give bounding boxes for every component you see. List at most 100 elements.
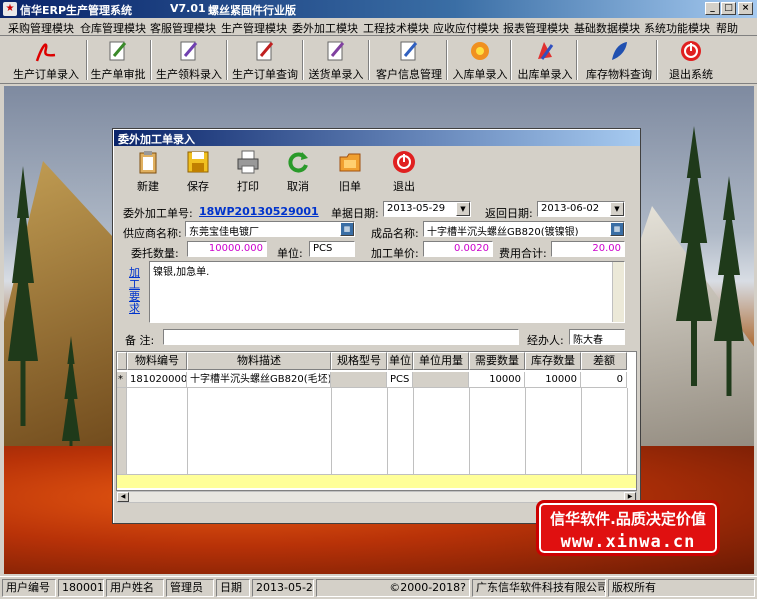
unit-label: 单位: <box>277 247 303 260</box>
scroll-left-icon[interactable]: ◀ <box>117 492 129 502</box>
status-user-name-label: 用户姓名 <box>106 579 164 597</box>
menu-reports[interactable]: 报表管理模块 <box>503 20 569 36</box>
requirement-value: 镍银,加急单. <box>153 267 210 278</box>
toolbar-customer-info[interactable]: 客户信息管理 <box>374 38 448 82</box>
app-icon: ★ <box>3 2 17 16</box>
grid-header-desc[interactable]: 物料描述 <box>187 352 331 370</box>
grid-header-spec[interactable]: 规格型号 <box>331 352 387 370</box>
order-no-link[interactable]: 18WP20130529001 <box>199 205 319 218</box>
qty-label: 委托数量: <box>131 247 179 260</box>
menu-system[interactable]: 系统功能模块 <box>644 20 710 36</box>
lookup-icon[interactable]: ▦ <box>610 222 624 236</box>
new-button[interactable]: 新建 <box>125 149 171 193</box>
print-button-label: 打印 <box>237 180 259 193</box>
menu-help[interactable]: 帮助 <box>716 20 738 36</box>
cell-usage[interactable] <box>413 372 469 388</box>
grid-header-diff[interactable]: 差额 <box>581 352 627 370</box>
cell-diff[interactable]: 0 <box>581 372 627 388</box>
menu-ar-ap[interactable]: 应收应付模块 <box>433 20 499 36</box>
grid-column-line <box>413 388 414 474</box>
toolbar-label: 入库单录入 <box>452 68 508 81</box>
unit-field[interactable]: PCS <box>309 241 355 257</box>
grid-header-unit[interactable]: 单位 <box>387 352 413 370</box>
toolbar-material-requisition[interactable]: 生产领料录入 <box>154 38 228 82</box>
menu-warehouse[interactable]: 仓库管理模块 <box>80 20 146 36</box>
status-date: 2013-05-29 <box>252 579 314 597</box>
cell-spec[interactable] <box>331 372 387 388</box>
grid-column-line <box>387 388 388 474</box>
refresh-icon <box>288 152 308 173</box>
close-icon[interactable]: × <box>738 2 753 15</box>
status-user-no-label: 用户编号 <box>2 579 56 597</box>
toolbar-exit-system[interactable]: 退出系统 <box>666 38 716 82</box>
grid-header-code[interactable]: 物料编号 <box>127 352 187 370</box>
promo-url[interactable]: www.xinwa.cn <box>539 532 717 552</box>
menu-service[interactable]: 客服管理模块 <box>150 20 216 36</box>
cell-code[interactable]: 1810200001 <box>127 372 187 388</box>
status-user-no: 180001 <box>58 579 104 597</box>
toolbar-production-query[interactable]: 生产订单查询 <box>230 38 304 82</box>
toolbar-inventory-query[interactable]: 库存物料查询 <box>584 38 658 82</box>
status-company: 广东信华软件科技有限公司 <box>472 579 606 597</box>
return-date-label: 返回日期: <box>485 207 533 220</box>
toolbar-label: 生产单审批 <box>90 68 146 81</box>
grid-header-need[interactable]: 需要数量 <box>469 352 525 370</box>
toolbar-production-approve[interactable]: 生产单审批 <box>88 38 152 82</box>
toolbar-outbound-entry[interactable]: 出库单录入 <box>516 38 578 82</box>
material-grid: 物料编号 物料描述 规格型号 单位 单位用量 需要数量 库存数量 差额 * 18… <box>116 351 637 491</box>
toolbar-delivery-entry[interactable]: 送货单录入 <box>306 38 370 82</box>
cost-field[interactable]: 20.00 <box>551 241 625 257</box>
return-date-picker[interactable]: 2013-06-02 ▼ <box>537 201 625 217</box>
cell-unit[interactable]: PCS <box>387 372 413 388</box>
print-button[interactable]: 打印 <box>225 149 271 193</box>
menu-outsource[interactable]: 委外加工模块 <box>292 20 358 36</box>
maximize-icon[interactable]: □ <box>721 2 736 15</box>
dialog-title: 委外加工单录入 <box>114 130 640 146</box>
price-field[interactable]: 0.0020 <box>423 241 493 257</box>
menu-basic-data[interactable]: 基础数据模块 <box>574 20 640 36</box>
save-button[interactable]: 保存 <box>175 149 221 193</box>
app-industry: 螺丝紧固件行业版 <box>208 4 296 17</box>
toolbar-production-order-entry[interactable]: 生产订单录入 <box>8 38 88 82</box>
grid-header-usage[interactable]: 单位用量 <box>413 352 469 370</box>
cell-desc[interactable]: 十字槽半沉头螺丝GB820(毛坯) <box>187 372 331 388</box>
app-title-bar: ★ 信华ERP生产管理系统 V7.01 螺丝紧固件行业版 _ □ × <box>0 0 757 18</box>
handler-field[interactable]: 陈大春 <box>569 329 625 345</box>
document-pen-icon <box>327 41 345 61</box>
cell-need[interactable]: 10000 <box>469 372 525 388</box>
save-button-label: 保存 <box>187 180 209 193</box>
menu-engineering[interactable]: 工程技术模块 <box>363 20 429 36</box>
chevron-down-icon[interactable]: ▼ <box>610 202 624 216</box>
cell-stock[interactable]: 10000 <box>525 372 581 388</box>
lookup-icon[interactable]: ▦ <box>340 222 354 236</box>
grid-column-line <box>469 388 470 474</box>
toolbar-inbound-entry[interactable]: 入库单录入 <box>452 38 512 82</box>
vertical-scrollbar[interactable] <box>612 262 624 322</box>
chevron-down-icon[interactable]: ▼ <box>456 202 470 216</box>
menu-purchase[interactable]: 采购管理模块 <box>8 20 74 36</box>
status-rights: 版权所有 <box>608 579 755 597</box>
menu-production[interactable]: 生产管理模块 <box>221 20 287 36</box>
minimize-icon[interactable]: _ <box>705 2 720 15</box>
product-value: 十字槽半沉头螺丝GB820(镀镍银) <box>427 227 579 237</box>
qty-field[interactable]: 10000.000 <box>187 241 267 257</box>
power-icon <box>681 41 701 61</box>
doc-date-value: 2013-05-29 <box>387 203 446 214</box>
exit-button-label: 退出 <box>393 180 415 193</box>
requirement-textarea[interactable]: 镍银,加急单. <box>149 261 625 323</box>
grid-header-stock[interactable]: 库存数量 <box>525 352 581 370</box>
exit-button[interactable]: 退出 <box>381 149 427 193</box>
document-pen-icon <box>180 41 198 61</box>
grid-column-line <box>331 388 332 474</box>
product-field[interactable]: 十字槽半沉头螺丝GB820(镀镍银) ▦ <box>423 221 625 237</box>
status-date-label: 日期 <box>216 579 250 597</box>
cancel-button-label: 取消 <box>287 180 309 193</box>
row-marker: * <box>117 372 127 388</box>
toolbar-label: 生产订单录入 <box>13 68 79 81</box>
remark-field[interactable] <box>163 329 519 345</box>
old-order-button[interactable]: 旧单 <box>327 149 373 193</box>
supplier-field[interactable]: 东莞宝佳电镀厂 ▦ <box>185 221 355 237</box>
cancel-button[interactable]: 取消 <box>275 149 321 193</box>
doc-date-picker[interactable]: 2013-05-29 ▼ <box>383 201 471 217</box>
feather-icon <box>612 42 627 60</box>
